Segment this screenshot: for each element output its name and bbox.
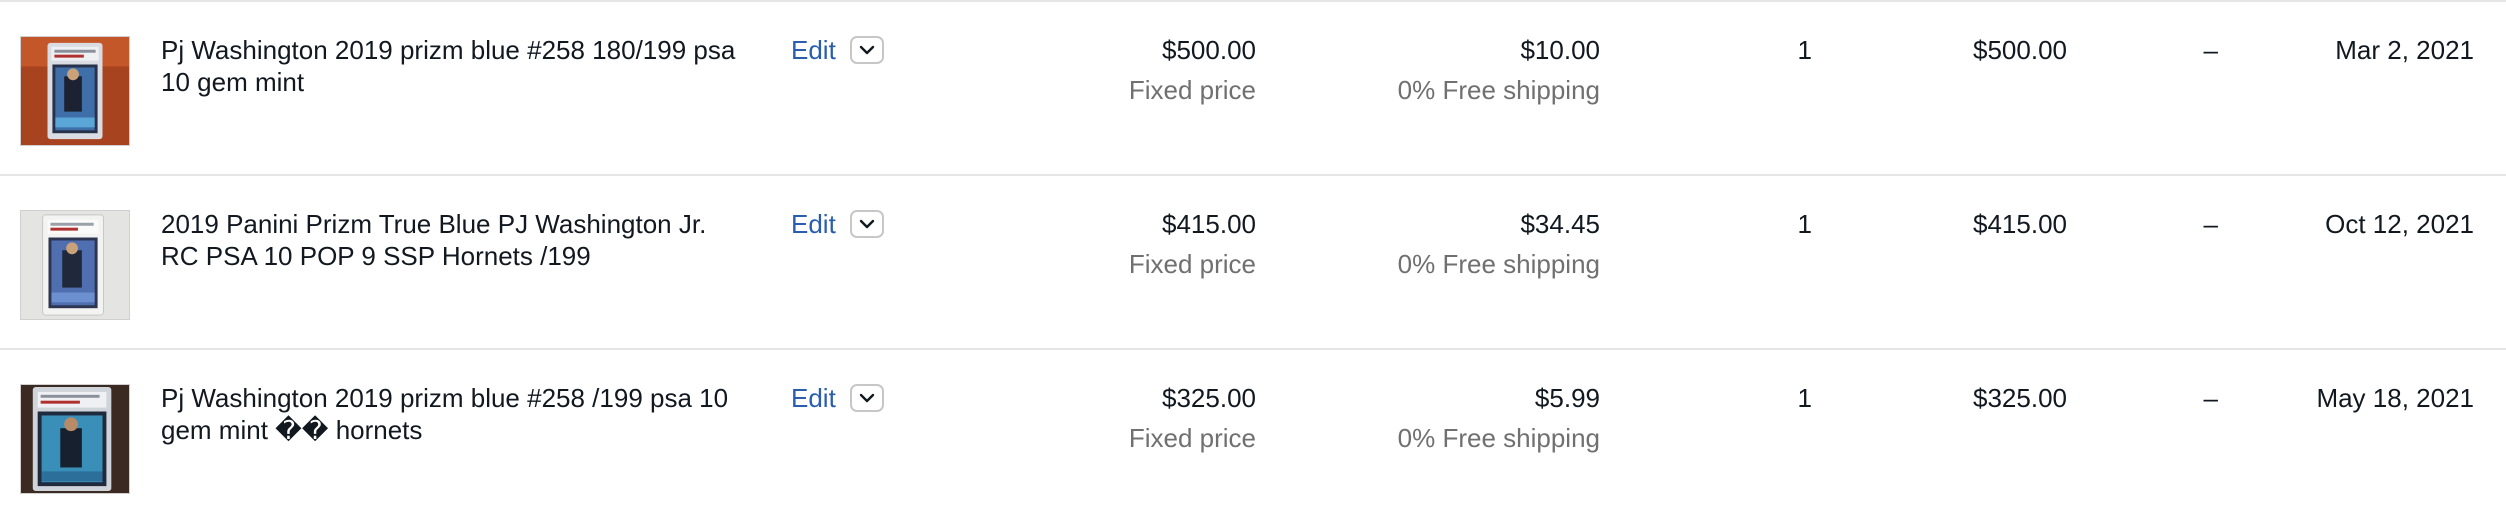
shipping-value: $10.00: [1520, 35, 1600, 65]
empty-value-dash: –: [2203, 35, 2218, 65]
price-format: Fixed price: [1128, 249, 1256, 279]
price-cell: $500.00 Fixed price: [1129, 34, 1256, 106]
date-value: Mar 2, 2021: [2335, 35, 2474, 65]
chevron-down-icon: [859, 45, 875, 55]
edit-link[interactable]: Edit: [791, 34, 836, 66]
edit-actions: Edit: [791, 382, 884, 414]
item-title[interactable]: Pj Washington 2019 prizm blue #258 180/1…: [161, 34, 741, 98]
listing-row: Pj Washington 2019 prizm blue #258 180/1…: [0, 2, 2506, 176]
shipping-value: $5.99: [1534, 383, 1600, 413]
quantity-value: 1: [1797, 35, 1812, 65]
graded-card-photo-icon: [21, 211, 129, 319]
item-thumbnail[interactable]: [20, 384, 130, 494]
listing-row: 2019 Panini Prizm True Blue PJ Washingto…: [0, 176, 2506, 350]
chevron-down-icon: [859, 219, 875, 229]
shipping-value: $34.45: [1520, 209, 1600, 239]
listings-table: Pj Washington 2019 prizm blue #258 180/1…: [0, 0, 2506, 523]
actions-dropdown-button[interactable]: [849, 210, 884, 238]
actions-dropdown-button[interactable]: [849, 36, 884, 64]
quantity-value: 1: [1797, 383, 1812, 413]
graded-card-photo-icon: [21, 385, 129, 493]
edit-link[interactable]: Edit: [791, 382, 836, 414]
price-value: $500.00: [1162, 35, 1256, 65]
quantity-value: 1: [1797, 209, 1812, 239]
item-title[interactable]: 2019 Panini Prizm True Blue PJ Washingto…: [161, 208, 741, 272]
empty-value-dash: –: [2203, 209, 2218, 239]
shipping-cell: $5.99 0% Free shipping: [1398, 382, 1600, 454]
listing-row: Pj Washington 2019 prizm blue #258 /199 …: [0, 350, 2506, 524]
total-value: $415.00: [1973, 209, 2067, 239]
empty-value-dash: –: [2203, 383, 2218, 413]
item-thumbnail[interactable]: [20, 210, 130, 320]
shipping-note: 0% Free shipping: [1397, 75, 1600, 105]
price-format: Fixed price: [1128, 423, 1256, 453]
price-value: $325.00: [1162, 383, 1256, 413]
item-title[interactable]: Pj Washington 2019 prizm blue #258 /199 …: [161, 382, 741, 446]
edit-actions: Edit: [791, 34, 884, 66]
date-value: Oct 12, 2021: [2325, 209, 2474, 239]
chevron-down-icon: [859, 393, 875, 403]
total-value: $325.00: [1973, 383, 2067, 413]
graded-card-photo-icon: [21, 37, 129, 145]
date-value: May 18, 2021: [2316, 383, 2474, 413]
price-format: Fixed price: [1128, 75, 1256, 105]
total-value: $500.00: [1973, 35, 2067, 65]
price-value: $415.00: [1162, 209, 1256, 239]
price-cell: $415.00 Fixed price: [1129, 208, 1256, 280]
shipping-cell: $34.45 0% Free shipping: [1398, 208, 1600, 280]
shipping-cell: $10.00 0% Free shipping: [1398, 34, 1600, 106]
item-thumbnail[interactable]: [20, 36, 130, 146]
shipping-note: 0% Free shipping: [1397, 249, 1600, 279]
price-cell: $325.00 Fixed price: [1129, 382, 1256, 454]
edit-link[interactable]: Edit: [791, 208, 836, 240]
actions-dropdown-button[interactable]: [849, 384, 884, 412]
edit-actions: Edit: [791, 208, 884, 240]
shipping-note: 0% Free shipping: [1397, 423, 1600, 453]
